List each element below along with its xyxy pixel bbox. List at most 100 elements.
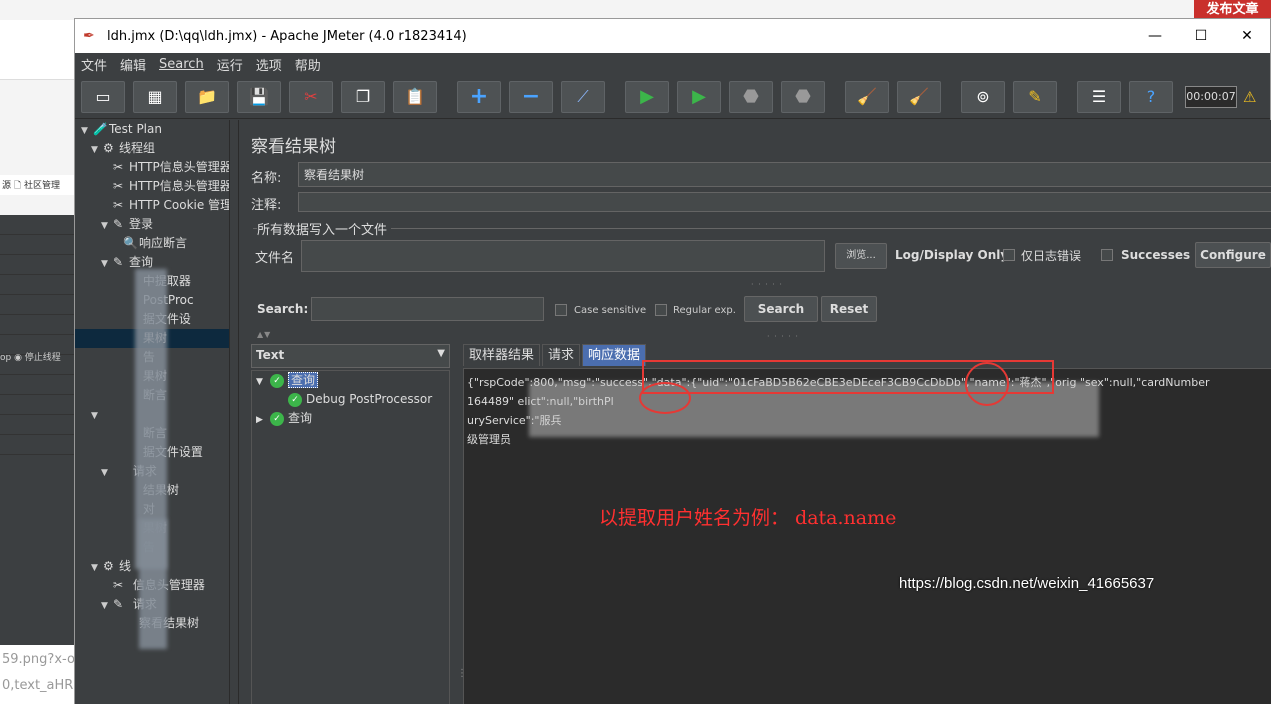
divider-grip[interactable]: · · · · · bbox=[767, 332, 799, 341]
result-tab[interactable]: 响应数据 bbox=[582, 344, 647, 366]
menu-item[interactable]: 文件 bbox=[81, 55, 107, 74]
renderer-select[interactable]: Text ▼ bbox=[251, 344, 450, 368]
tree-node[interactable]: ✂ HTTP信息头管理器 bbox=[75, 158, 229, 177]
background-stop-label: op ◉ 停止线程 bbox=[0, 353, 61, 363]
menu-item[interactable]: 运行 bbox=[217, 55, 243, 74]
result-node[interactable]: ▼ ✓ 查询 bbox=[252, 371, 449, 390]
toggle-icon[interactable]: ⟋ bbox=[561, 80, 605, 113]
clear-all-icon[interactable]: 🧹 bbox=[897, 80, 941, 113]
name-label: 名称: bbox=[251, 171, 282, 186]
search-label: Search: bbox=[257, 302, 309, 316]
clear-icon[interactable]: 🧹 bbox=[845, 80, 889, 113]
collapse-icon[interactable]: − bbox=[509, 80, 553, 113]
paste-icon[interactable]: 📋 bbox=[393, 80, 437, 113]
chevron-down-icon: ▼ bbox=[437, 348, 445, 359]
result-node-label: Debug PostProcessor bbox=[306, 392, 433, 406]
cut-icon[interactable]: ✂ bbox=[289, 80, 333, 113]
reset-button[interactable]: Reset bbox=[821, 296, 877, 322]
stop-icon[interactable]: ⬣ bbox=[729, 80, 773, 113]
warning-icon[interactable]: ⚠ bbox=[1243, 88, 1256, 106]
menu-bar: 文件 编辑 Search 运行 选项 帮助 bbox=[75, 53, 1270, 75]
tree-node-label: Test Plan bbox=[109, 122, 162, 136]
templates-icon[interactable]: ▦ bbox=[133, 80, 177, 113]
search-input[interactable] bbox=[311, 297, 544, 321]
regexp-label: Regular exp. bbox=[673, 305, 736, 316]
result-node[interactable]: ✓ Debug PostProcessor bbox=[252, 390, 449, 409]
save-icon[interactable]: 💾 bbox=[237, 80, 281, 113]
filename-label: 文件名 bbox=[255, 251, 295, 266]
expand-icon[interactable]: + bbox=[457, 80, 501, 113]
elapsed-timer: 00:00:07 bbox=[1185, 85, 1237, 108]
success-shield-icon: ✓ bbox=[270, 373, 284, 388]
tree-node[interactable]: ▼ 🧪Test Plan bbox=[75, 120, 229, 139]
case-sensitive-checkbox[interactable] bbox=[555, 304, 567, 316]
configure-button[interactable]: Configure bbox=[1195, 242, 1271, 268]
close-button[interactable]: ✕ bbox=[1224, 28, 1270, 44]
collapse-arrows[interactable]: ▲▼ bbox=[257, 330, 271, 339]
browse-button[interactable]: 浏览... bbox=[835, 243, 887, 269]
log-display-only-label: Log/Display Only: bbox=[895, 248, 1013, 262]
result-node-label: 查询 bbox=[288, 372, 319, 388]
tree-splitter[interactable] bbox=[229, 120, 239, 704]
help-icon[interactable]: ? bbox=[1129, 80, 1173, 113]
tree-node-label: HTTP信息头管理器 bbox=[129, 179, 229, 193]
window-title: ldh.jmx (D:\qq\ldh.jmx) - Apache JMeter … bbox=[107, 28, 467, 44]
tree-node-icon: ✎ bbox=[113, 255, 124, 269]
search-button[interactable]: Search bbox=[744, 296, 818, 322]
tree-node-icon: 🧪 bbox=[93, 122, 108, 136]
tree-node[interactable]: ✂ HTTP Cookie 管理器 bbox=[75, 196, 229, 215]
tree-node[interactable]: 🔍响应断言 bbox=[75, 234, 229, 253]
errors-only-checkbox[interactable] bbox=[1003, 249, 1015, 261]
page-title: 察看结果树 bbox=[251, 137, 336, 157]
reset-search-icon[interactable]: ✎ bbox=[1013, 80, 1057, 113]
blur-redaction bbox=[139, 519, 167, 649]
start-icon[interactable]: ▶ bbox=[625, 80, 669, 113]
search-binoculars-icon[interactable]: ⊚ bbox=[961, 80, 1005, 113]
tree-node-icon: ✂ bbox=[113, 179, 124, 193]
tree-node-label: HTTP Cookie 管理器 bbox=[129, 198, 229, 212]
tree-node-label: 线程组 bbox=[119, 141, 156, 155]
annotation-circle-data bbox=[639, 382, 691, 414]
jmeter-feather-icon: ✒ bbox=[83, 28, 95, 44]
result-toggle-icon[interactable]: ▶ bbox=[256, 411, 270, 430]
tree-node-label: HTTP信息头管理器 bbox=[129, 160, 229, 174]
tree-node-label: 响应断言 bbox=[139, 236, 188, 250]
background-url-line: 0,text_aHR bbox=[2, 678, 74, 693]
group-border bbox=[253, 228, 1271, 229]
open-icon[interactable]: 📁 bbox=[185, 80, 229, 113]
divider-grip[interactable]: · · · · · bbox=[751, 280, 783, 289]
menu-item[interactable]: 选项 bbox=[256, 55, 282, 74]
start-no-pauses-icon[interactable]: ▶ bbox=[677, 80, 721, 113]
name-field[interactable]: 察看结果树 bbox=[298, 162, 1271, 187]
tree-node[interactable]: ✂ HTTP信息头管理器 bbox=[75, 177, 229, 196]
maximize-button[interactable]: ☐ bbox=[1178, 28, 1224, 44]
jmeter-window: ✒ ldh.jmx (D:\qq\ldh.jmx) - Apache JMete… bbox=[74, 18, 1271, 704]
function-helper-icon[interactable]: ☰ bbox=[1077, 80, 1121, 113]
menu-item[interactable]: Search bbox=[159, 57, 204, 72]
watermark: https://blog.csdn.net/weixin_41665637 bbox=[899, 575, 1155, 592]
menu-item[interactable]: 编辑 bbox=[120, 55, 146, 74]
filename-input[interactable] bbox=[301, 240, 825, 272]
tree-node[interactable]: ▼ ⚙ 线程组 bbox=[75, 139, 229, 158]
new-icon[interactable]: ▭ bbox=[81, 80, 125, 113]
tree-node-icon: ✂ bbox=[113, 198, 124, 212]
background-url-text: 59.png?x-o 0,text_aHR bbox=[0, 645, 74, 704]
result-tab[interactable]: 请求 bbox=[542, 344, 581, 366]
result-toggle-icon[interactable]: ▼ bbox=[256, 373, 270, 392]
shutdown-icon[interactable]: ⬣ bbox=[781, 80, 825, 113]
divider-grip[interactable]: ⋮ bbox=[457, 668, 468, 679]
tree-node-icon: ⚙ bbox=[103, 559, 114, 573]
successes-checkbox[interactable] bbox=[1101, 249, 1113, 261]
minimize-button[interactable]: — bbox=[1132, 28, 1178, 44]
tree-node[interactable]: ▼ ✎ 登录 bbox=[75, 215, 229, 234]
copy-icon[interactable]: ❐ bbox=[341, 80, 385, 113]
comment-field[interactable] bbox=[298, 192, 1271, 212]
result-tab[interactable]: 取样器结果 bbox=[463, 344, 541, 366]
menu-item[interactable]: 帮助 bbox=[295, 55, 321, 74]
regexp-checkbox[interactable] bbox=[655, 304, 667, 316]
result-node[interactable]: ▶ ✓ 查询 bbox=[252, 409, 449, 428]
tree-node-label: 查询 bbox=[129, 255, 154, 269]
background-url-line: 59.png?x-o bbox=[2, 652, 74, 667]
comment-label: 注释: bbox=[251, 198, 282, 213]
publish-article-button[interactable]: 发布文章 bbox=[1194, 0, 1271, 20]
